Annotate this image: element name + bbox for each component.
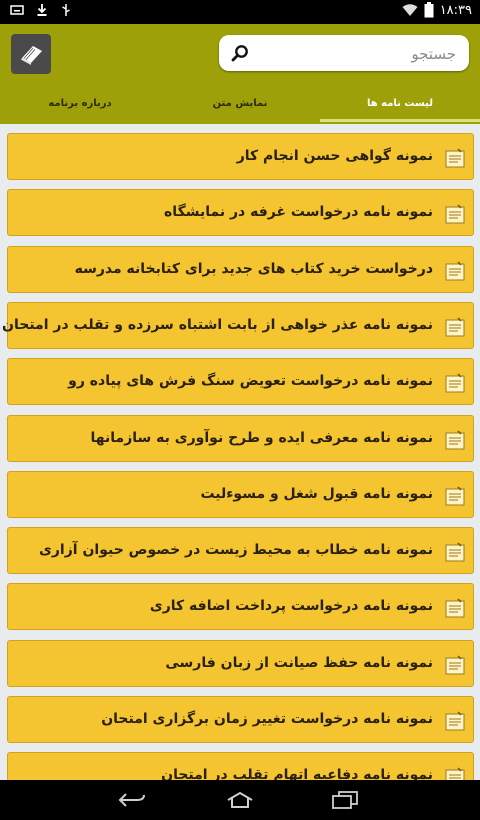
back-icon bbox=[118, 793, 145, 807]
battery-icon bbox=[424, 2, 434, 18]
list-item[interactable]: درخواست خرید کتاب های جدید برای کتابخانه… bbox=[7, 245, 474, 293]
list-item[interactable]: نمونه نامه حفظ صیانت از زبان فارسی bbox=[7, 639, 474, 687]
letter-icon bbox=[445, 767, 465, 780]
letter-icon bbox=[445, 542, 465, 562]
list-item-label: نمونه نامه درخواست تعویض سنگ فرش های پیا… bbox=[68, 373, 433, 390]
tab-show-text[interactable]: نمایش متن bbox=[160, 84, 320, 122]
download-icon bbox=[37, 4, 47, 16]
list-item-label: نمونه نامه حفظ صیانت از زبان فارسی bbox=[165, 654, 433, 671]
wifi-icon bbox=[402, 4, 418, 16]
navigation-bar bbox=[0, 780, 480, 820]
back-button[interactable] bbox=[112, 788, 152, 812]
app-logo-button[interactable] bbox=[11, 34, 51, 74]
list-item-label: نمونه نامه عذر خواهی از بابت اشتباه سرزد… bbox=[2, 316, 433, 333]
list-item[interactable]: نمونه نامه قبول شغل و مسوءلیت bbox=[7, 470, 474, 518]
list-item-label: نمونه نامه درخواست پرداخت اضافه کاری bbox=[149, 598, 433, 615]
tab-label: درباره برنامه bbox=[48, 97, 112, 109]
usb-icon bbox=[62, 4, 70, 16]
tab-label: لیست نامه ها bbox=[366, 97, 433, 109]
book-icon bbox=[21, 46, 42, 65]
list-item-label: نمونه نامه معرفی ایده و طرح نوآوری به سا… bbox=[90, 429, 433, 446]
list-item-label: نمونه نامه خطاب به محیط زیست در خصوص حیو… bbox=[39, 542, 433, 559]
letter-icon bbox=[445, 429, 465, 450]
list-item[interactable]: نمونه نامه معرفی ایده و طرح نوآوری به سا… bbox=[7, 414, 474, 462]
recent-apps-icon bbox=[332, 791, 358, 809]
search-icon[interactable] bbox=[231, 44, 249, 62]
tab-about[interactable]: درباره برنامه bbox=[0, 84, 160, 122]
home-button[interactable] bbox=[220, 788, 260, 812]
letter-icon bbox=[445, 655, 465, 675]
search-box bbox=[219, 35, 469, 73]
app-header: درباره برنامه نمایش متن لیست نامه ها bbox=[0, 24, 480, 124]
status-bar: ۱۸:۳۹ bbox=[0, 0, 480, 24]
notification-icons bbox=[10, 3, 72, 17]
list-item[interactable]: نمونه نامه درخواست تغییر زمان برگزاری ام… bbox=[7, 696, 474, 743]
list-item[interactable]: نمونه نامه درخواست غرفه در نمایشگاه bbox=[7, 189, 474, 237]
recent-apps-button[interactable] bbox=[325, 788, 365, 812]
list-item-label: درخواست خرید کتاب های جدید برای کتابخانه… bbox=[74, 260, 433, 277]
list-item-label: نمونه نامه درخواست غرفه در نمایشگاه bbox=[164, 204, 433, 221]
letter-icon bbox=[445, 204, 465, 224]
tab-bar: درباره برنامه نمایش متن لیست نامه ها bbox=[0, 84, 480, 122]
list-item-label: نمونه نامه دفاعیه اتهام تقلب در امتحان bbox=[161, 767, 433, 780]
letter-icon bbox=[445, 373, 465, 393]
list-item[interactable]: نمونه نامه دفاعیه اتهام تقلب در امتحان bbox=[7, 752, 474, 780]
list-item[interactable]: نمونه گواهی حسن انجام کار bbox=[7, 133, 474, 180]
search-input[interactable] bbox=[259, 35, 458, 73]
keyboard-icon bbox=[10, 5, 24, 15]
letter-icon bbox=[445, 148, 465, 168]
list-item-label: نمونه نامه قبول شغل و مسوءلیت bbox=[200, 485, 433, 502]
list-item[interactable]: نمونه نامه درخواست تعویض سنگ فرش های پیا… bbox=[7, 358, 474, 406]
tab-letters-list[interactable]: لیست نامه ها bbox=[320, 84, 480, 122]
letter-icon bbox=[445, 261, 465, 281]
letter-icon bbox=[445, 598, 465, 618]
list-item[interactable]: نمونه نامه عذر خواهی از بابت اشتباه سرزد… bbox=[2, 301, 474, 349]
letter-icon bbox=[445, 711, 465, 731]
letter-icon bbox=[445, 486, 465, 506]
active-tab-indicator bbox=[320, 119, 480, 122]
letter-icon bbox=[445, 317, 465, 337]
home-icon bbox=[227, 791, 253, 808]
list-item[interactable]: نمونه نامه خطاب به محیط زیست در خصوص حیو… bbox=[7, 527, 474, 575]
list-item[interactable]: نمونه نامه درخواست پرداخت اضافه کاری bbox=[7, 583, 474, 631]
clock: ۱۸:۳۹ bbox=[439, 2, 472, 18]
list-item-label: نمونه گواهی حسن انجام کار bbox=[236, 148, 433, 164]
tab-label: نمایش متن bbox=[212, 97, 268, 109]
list-item-label: نمونه نامه درخواست تغییر زمان برگزاری ام… bbox=[101, 711, 433, 727]
letters-list[interactable]: نمونه گواهی حسن انجام کار نمونه نامه درخو… bbox=[0, 124, 480, 780]
